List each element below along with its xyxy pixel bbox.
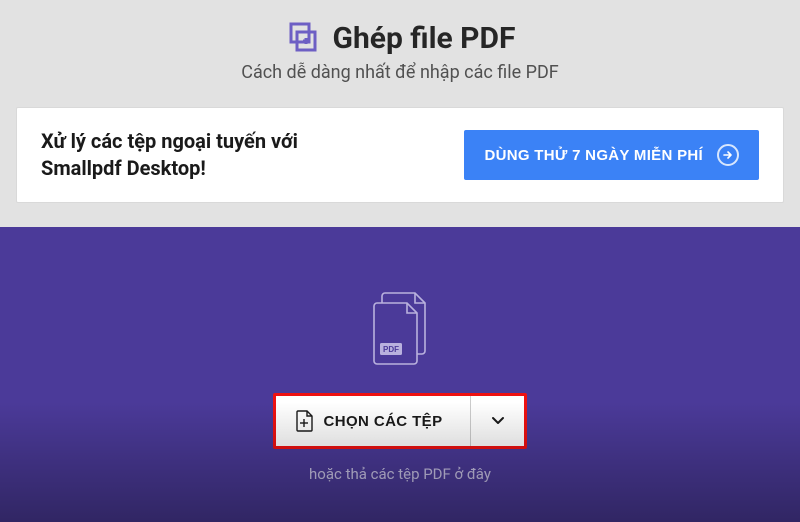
choose-files-dropdown[interactable]: [470, 396, 524, 446]
drop-hint-text: hoặc thả các tệp PDF ở đây: [0, 465, 800, 483]
page-title: Ghép file PDF: [333, 21, 516, 56]
cta-label: DÙNG THỬ 7 NGÀY MIỄN PHÍ: [484, 147, 703, 164]
choose-files-label: CHỌN CÁC TỆP: [324, 413, 443, 430]
chevron-down-icon: [490, 412, 506, 431]
svg-text:PDF: PDF: [383, 345, 399, 354]
arrow-right-icon: [717, 144, 739, 166]
free-trial-button[interactable]: DÙNG THỬ 7 NGÀY MIỄN PHÍ: [464, 130, 759, 180]
merge-pdf-icon: [285, 20, 321, 56]
drop-zone[interactable]: PDF CHỌN CÁC TỆP: [0, 227, 800, 522]
upload-button-group: CHỌN CÁC TỆP: [0, 393, 800, 449]
choose-files-button[interactable]: CHỌN CÁC TỆP: [276, 396, 471, 446]
page-root: Ghép file PDF Cách dễ dàng nhất để nhập …: [0, 0, 800, 522]
promo-banner: Xử lý các tệp ngoại tuyến với Smallpdf D…: [16, 107, 784, 203]
pdf-files-icon: PDF: [0, 227, 800, 367]
page-subtitle: Cách dễ dàng nhất để nhập các file PDF: [0, 62, 800, 83]
top-section: Ghép file PDF Cách dễ dàng nhất để nhập …: [0, 0, 800, 227]
add-file-icon: [294, 410, 314, 432]
upload-button-highlight: CHỌN CÁC TỆP: [273, 393, 528, 449]
promo-text: Xử lý các tệp ngoại tuyến với Smallpdf D…: [41, 128, 381, 182]
title-row: Ghép file PDF: [0, 20, 800, 56]
